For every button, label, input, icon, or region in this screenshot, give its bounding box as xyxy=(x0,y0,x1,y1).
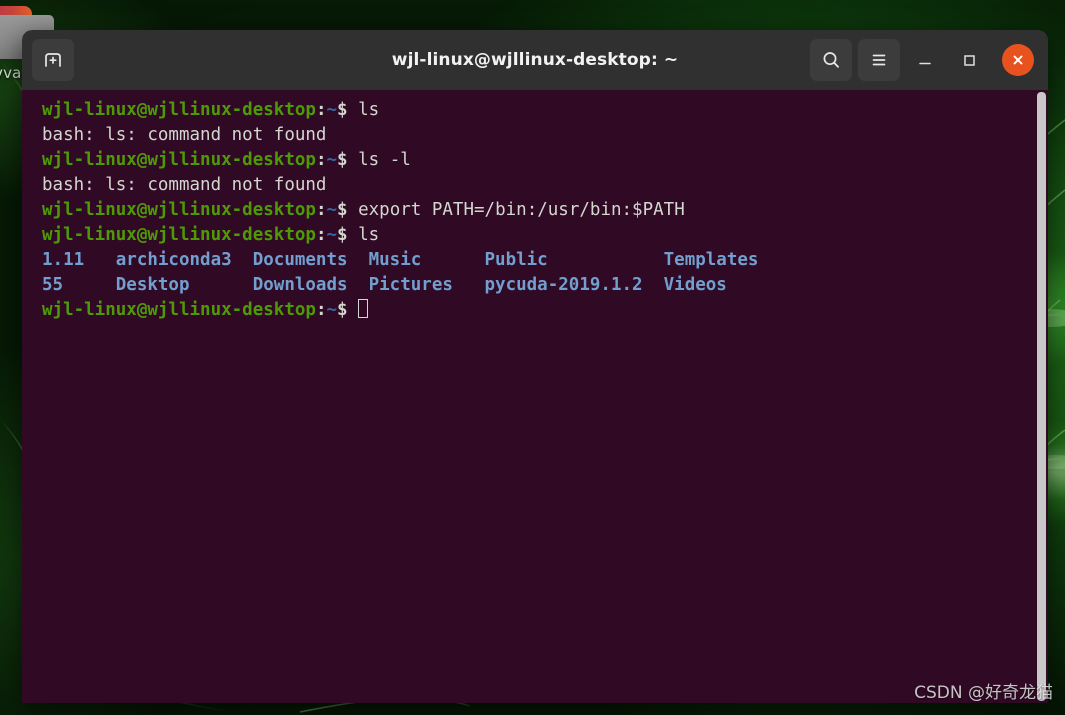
scrollbar-thumb[interactable] xyxy=(1037,92,1046,701)
close-icon xyxy=(1013,55,1023,65)
titlebar-controls xyxy=(810,39,1036,81)
close-button[interactable] xyxy=(1002,44,1034,76)
menu-button[interactable] xyxy=(858,39,900,81)
terminal-cursor xyxy=(358,299,369,318)
maximize-button[interactable] xyxy=(950,41,988,79)
minimize-button[interactable] xyxy=(906,41,944,79)
hamburger-menu-icon xyxy=(872,54,886,66)
desktop: vva wjl-linux@wjllinux-desktop: ~ xyxy=(0,0,1065,715)
search-icon xyxy=(823,52,839,68)
new-tab-icon xyxy=(45,53,61,67)
minimize-icon xyxy=(919,62,931,65)
new-tab-button[interactable] xyxy=(32,39,74,81)
titlebar[interactable]: wjl-linux@wjllinux-desktop: ~ xyxy=(22,30,1048,90)
maximize-icon xyxy=(964,55,975,66)
terminal-body[interactable]: wjl-linux@wjllinux-desktop:~$ ls bash: ls… xyxy=(22,90,1048,703)
terminal-output: wjl-linux@wjllinux-desktop:~$ ls bash: ls… xyxy=(42,100,759,320)
search-button[interactable] xyxy=(810,39,852,81)
desktop-icon-label: vva xyxy=(0,64,22,82)
terminal-window: wjl-linux@wjllinux-desktop: ~ wjl-linux@… xyxy=(22,30,1048,703)
terminal-scrollbar[interactable] xyxy=(1036,90,1047,703)
